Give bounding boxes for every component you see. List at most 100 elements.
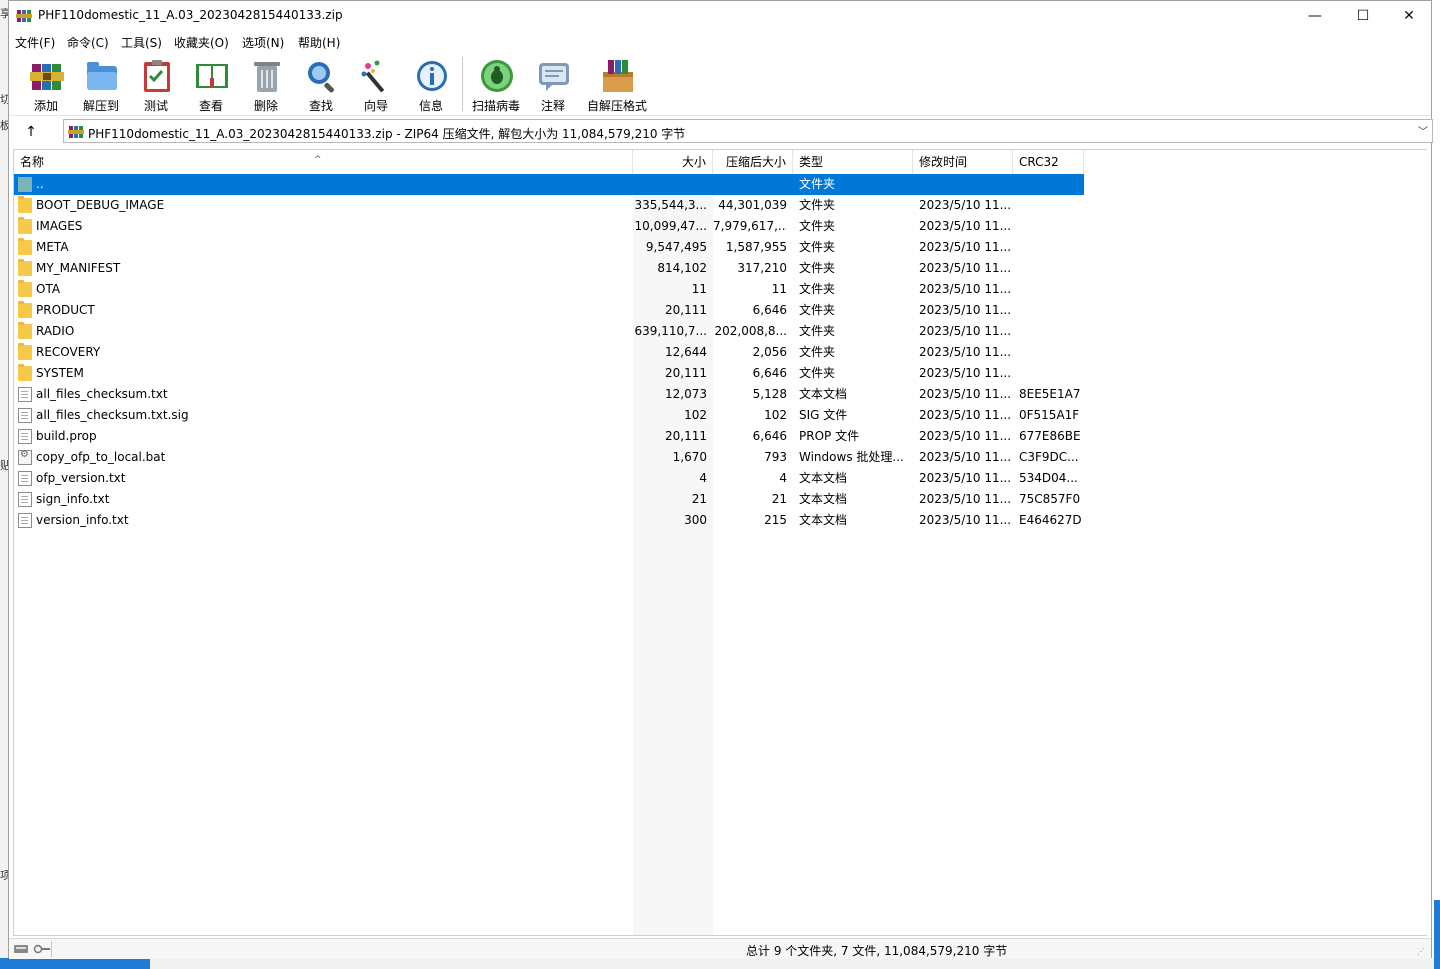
cell-modified: 2023/5/10 11...	[919, 240, 1012, 254]
menu-commands[interactable]: 命令(C)	[67, 34, 109, 51]
cell-packed-size: 11	[771, 282, 787, 296]
column-header-name[interactable]: 名称 ^	[14, 150, 633, 174]
cell-packed-size: 2,056	[752, 345, 787, 359]
title-bar[interactable]: PHF110domestic_11_A.03_2023042815440133.…	[9, 1, 1431, 31]
cell-size: 11	[691, 282, 707, 296]
list-header: 名称 ^ 大小 压缩后大小 类型 修改时间 CRC32	[14, 150, 1084, 174]
table-row[interactable]: MY_MANIFEST 814,102 317,210 文件夹 2023/5/10 11…	[14, 258, 1084, 279]
cell-size: 9,547,495	[645, 240, 707, 254]
batch-file-icon	[18, 449, 32, 465]
close-button[interactable]: ✕	[1386, 1, 1432, 31]
cell-crc32	[1019, 321, 1081, 342]
table-row[interactable]: ofp_version.txt 4 4 文本文档 2023/5/10 11... 534D…	[14, 468, 1084, 489]
cell-name: PRODUCT	[36, 303, 95, 317]
status-separator	[51, 941, 52, 957]
window-title: PHF110domestic_11_A.03_2023042815440133.…	[38, 8, 343, 22]
comment-icon	[539, 63, 569, 91]
folder-icon	[18, 259, 32, 276]
table-row[interactable]: META 9,547,495 1,587,955 文件夹 2023/5/10 11...	[14, 237, 1084, 258]
column-header-modified[interactable]: 修改时间	[913, 150, 1013, 174]
cell-crc32: 75C857F0	[1019, 492, 1081, 506]
desktop-taskbar-edge	[150, 958, 1440, 969]
menu-bar: 文件(F) 命令(C) 工具(S) 收藏夹(O) 选项(N) 帮助(H)	[9, 31, 1431, 51]
maximize-button[interactable]: ☐	[1340, 1, 1386, 31]
cell-name: RECOVERY	[36, 345, 101, 359]
column-header-size[interactable]: 大小	[633, 150, 713, 174]
menu-file[interactable]: 文件(F)	[15, 34, 55, 51]
column-header-packed[interactable]: 压缩后大小	[713, 150, 793, 174]
cell-modified: 2023/5/10 11...	[919, 282, 1012, 296]
cell-type: 文本文档	[799, 471, 848, 485]
status-bar: 总计 9 个文件夹, 7 文件, 11,084,579,210 字节 ⋰	[9, 938, 1431, 959]
winrar-window: PHF110domestic_11_A.03_2023042815440133.…	[8, 0, 1433, 959]
cell-size: 335,544,3...	[634, 198, 707, 212]
table-row[interactable]: sign_info.txt 21 21 文本文档 2023/5/10 11... 75C8…	[14, 489, 1084, 510]
table-row[interactable]: all_files_checksum.txt 12,073 5,128 文本文档 202…	[14, 384, 1084, 405]
cell-name: BOOT_DEBUG_IMAGE	[36, 198, 165, 212]
test-icon	[144, 60, 170, 92]
cell-packed-size: 102	[764, 408, 787, 422]
cell-modified: 2023/5/10 11...	[919, 492, 1012, 506]
table-row[interactable]: PRODUCT 20,111 6,646 文件夹 2023/5/10 11...	[14, 300, 1084, 321]
menu-favorites[interactable]: 收藏夹(O)	[174, 34, 229, 51]
menu-options[interactable]: 选项(N)	[242, 34, 284, 51]
cell-packed-size: 215	[764, 513, 787, 527]
sfx-button[interactable]: 自解压格式	[587, 55, 647, 113]
cell-type: 文件夹	[799, 366, 836, 380]
table-row[interactable]: OTA 11 11 文件夹 2023/5/10 11...	[14, 279, 1084, 300]
cell-name: IMAGES	[36, 219, 83, 233]
cell-name: sign_info.txt	[36, 492, 110, 506]
folder-icon	[18, 238, 32, 255]
cell-type: 文件夹	[799, 177, 836, 191]
menu-tools[interactable]: 工具(S)	[121, 34, 162, 51]
cell-packed-size: 6,646	[752, 429, 787, 443]
table-row[interactable]: version_info.txt 300 215 文本文档 2023/5/10 11..…	[14, 510, 1084, 531]
chevron-down-icon[interactable]: ﹀	[1416, 123, 1430, 139]
table-row-selected[interactable]: .. 文件夹	[14, 174, 1084, 195]
cell-name: SYSTEM	[36, 366, 84, 380]
text-file-icon	[18, 387, 32, 402]
cell-size: 300	[684, 513, 707, 527]
cell-crc32: 0F515A1F	[1019, 408, 1080, 422]
info-icon	[417, 61, 447, 91]
winrar-app-icon	[16, 10, 32, 22]
cell-name: META	[36, 240, 69, 254]
table-row[interactable]: all_files_checksum.txt.sig 102 102 SIG 文件 20…	[14, 405, 1084, 426]
archive-path-combobox[interactable]: PHF110domestic_11_A.03_2023042815440133.…	[63, 119, 1433, 143]
comment-button[interactable]: 注释	[527, 55, 579, 113]
parent-folder-icon	[18, 177, 32, 192]
info-button[interactable]: 信息	[405, 55, 457, 113]
table-row[interactable]: IMAGES 10,099,47... 7,979,617,... 文件夹 2023/5…	[14, 216, 1084, 237]
up-one-level-button[interactable]: ↑	[21, 122, 41, 142]
text-file-icon	[18, 513, 32, 528]
table-row[interactable]: build.prop 20,111 6,646 PROP 文件 2023/5/10 11…	[14, 426, 1084, 447]
text-file-icon	[18, 492, 32, 507]
table-row[interactable]: RADIO 639,110,7... 202,008,8... 文件夹 2023/5/1…	[14, 321, 1084, 342]
column-header-type[interactable]: 类型	[793, 150, 913, 174]
comment-label: 注释	[540, 99, 565, 113]
minimize-button[interactable]: —	[1292, 1, 1338, 31]
menu-help[interactable]: 帮助(H)	[298, 34, 340, 51]
drive-key-icon	[14, 944, 50, 954]
table-row[interactable]: SYSTEM 20,111 6,646 文件夹 2023/5/10 11...	[14, 363, 1084, 384]
file-list[interactable]: 名称 ^ 大小 压缩后大小 类型 修改时间 CRC32 .. 文件夹 BOOT_DE…	[13, 149, 1427, 936]
cell-type: 文件夹	[799, 324, 836, 338]
cell-type: 文件夹	[799, 219, 836, 233]
cell-modified: 2023/5/10 11...	[919, 219, 1012, 233]
cell-type: 文本文档	[799, 513, 848, 527]
cell-modified: 2023/5/10 11...	[919, 450, 1012, 464]
column-header-crc32[interactable]: CRC32	[1013, 150, 1084, 174]
cell-name: all_files_checksum.txt.sig	[36, 408, 189, 422]
cell-name: build.prop	[36, 429, 97, 443]
resize-grip-icon[interactable]: ⋰	[1417, 947, 1427, 957]
cell-size	[633, 174, 707, 195]
cell-modified: 2023/5/10 11...	[919, 408, 1012, 422]
view-icon	[196, 64, 228, 88]
table-row[interactable]: RECOVERY 12,644 2,056 文件夹 2023/5/10 11...	[14, 342, 1084, 363]
cell-size: 639,110,7...	[634, 324, 707, 338]
table-row[interactable]: BOOT_DEBUG_IMAGE 335,544,3... 44,301,039 文件…	[14, 195, 1084, 216]
table-row[interactable]: copy_ofp_to_local.bat 1,670 793 Windows 批处理…	[14, 447, 1084, 468]
text-file-icon	[18, 471, 32, 486]
virus-scan-button[interactable]: 扫描病毒	[470, 55, 522, 113]
cell-modified: 2023/5/10 11...	[919, 324, 1012, 338]
